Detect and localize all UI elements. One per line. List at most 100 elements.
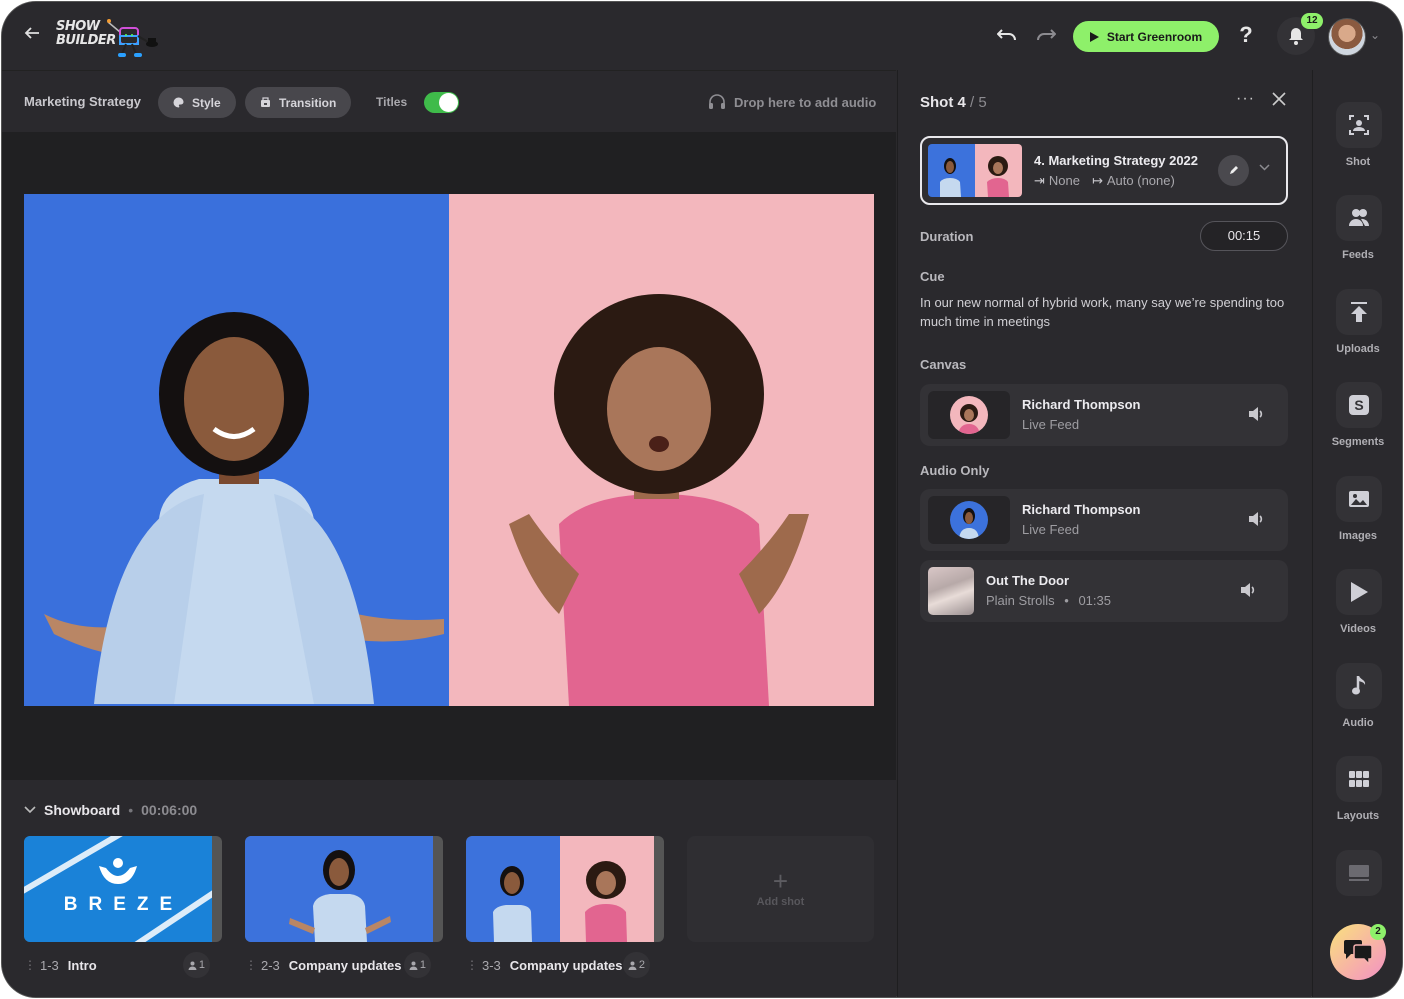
- chat-count-badge: 2: [1370, 924, 1386, 940]
- rail-item-layouts[interactable]: Layouts: [1313, 756, 1402, 836]
- style-button[interactable]: Style: [158, 87, 236, 118]
- toggle-knob: [439, 93, 458, 112]
- breze-logo-thumbnail: [24, 836, 212, 942]
- presenter-right-image: [509, 294, 809, 706]
- feed-thumbnail: [928, 496, 1010, 544]
- rail-item-feeds[interactable]: Feeds: [1313, 195, 1402, 275]
- close-panel-button[interactable]: [1272, 89, 1286, 112]
- feed-count-badge: 2: [622, 952, 650, 978]
- audio-only-label: Audio Only: [920, 463, 990, 478]
- shot-card[interactable]: BREZE ⋮ 1-3 Intro 1: [24, 836, 222, 978]
- rail-tile: [1336, 195, 1382, 241]
- rail-tile: [1336, 569, 1382, 615]
- titles-toggle[interactable]: [424, 92, 459, 113]
- rail-item-screen[interactable]: [1313, 850, 1402, 930]
- chat-bubbles-icon: [1344, 940, 1373, 965]
- more-options-button[interactable]: ···: [1236, 90, 1255, 108]
- feed-count-badge: 1: [182, 952, 210, 978]
- redo-button[interactable]: [1034, 24, 1058, 48]
- shot-thumbnail: [466, 836, 664, 942]
- user-avatar[interactable]: [1328, 18, 1366, 56]
- rail-label: Images: [1339, 530, 1377, 542]
- music-track-item[interactable]: Out The Door Plain Strolls • 01:35: [920, 560, 1288, 622]
- rail-tile: [1336, 756, 1382, 802]
- pencil-icon: [1229, 166, 1238, 174]
- duration-input[interactable]: 00:15: [1200, 221, 1288, 251]
- drag-handle-icon[interactable]: ⋮: [24, 958, 36, 972]
- rail-item-uploads[interactable]: Uploads: [1313, 289, 1402, 369]
- feed-avatar: [950, 501, 988, 539]
- screen-icon: [1349, 865, 1369, 881]
- shot-frame-icon: [1349, 115, 1369, 135]
- chevron-down-icon[interactable]: ⌄: [1370, 28, 1380, 42]
- shot-canvas[interactable]: [24, 194, 874, 706]
- cue-text[interactable]: In our new normal of hybrid work, many s…: [920, 293, 1290, 331]
- transition-button[interactable]: Transition: [245, 87, 352, 118]
- drag-handle-icon[interactable]: ⋮: [466, 958, 478, 972]
- rail-tile: [1336, 476, 1382, 522]
- start-greenroom-button[interactable]: Start Greenroom: [1073, 21, 1219, 52]
- feed-name: Richard Thompson: [1022, 502, 1141, 517]
- add-shot-button[interactable]: + Add shot: [687, 836, 874, 942]
- undo-button[interactable]: [995, 24, 1019, 48]
- track-title: Out The Door: [986, 573, 1070, 588]
- rail-item-audio[interactable]: Audio: [1313, 663, 1402, 743]
- shot-current: Shot 4: [920, 94, 966, 111]
- tool-rail: Shot Feeds Uploads S Segments Images Vid…: [1312, 70, 1402, 997]
- feed-avatar: [950, 396, 988, 434]
- style-label: Style: [192, 95, 221, 110]
- titles-label: Titles: [376, 95, 408, 109]
- track-length: 01:35: [1078, 593, 1111, 608]
- rail-label: Layouts: [1336, 810, 1380, 822]
- volume-icon[interactable]: [1246, 404, 1266, 424]
- showboard-header[interactable]: Showboard • 00:06:00: [24, 802, 197, 818]
- thumbnail-brand-text: BREZE: [63, 894, 184, 915]
- presenter-left-image: [44, 312, 444, 704]
- split-presenters-thumbnail: [466, 836, 654, 942]
- canvas-feed-item[interactable]: Richard Thompson Live Feed: [920, 384, 1288, 446]
- transition-label: Transition: [279, 95, 337, 110]
- presenter-avatar-image: [959, 508, 979, 539]
- shot-number: 3-3: [482, 957, 501, 973]
- presenter-avatar-image: [958, 404, 980, 434]
- back-button[interactable]: [20, 24, 44, 48]
- audio-feed-item[interactable]: Richard Thompson Live Feed: [920, 489, 1288, 551]
- canvas-feed-right[interactable]: [449, 194, 874, 706]
- bell-icon: [1289, 28, 1303, 45]
- selected-shot-title: 4. Marketing Strategy 2022: [1034, 153, 1199, 168]
- shot-card[interactable]: ⋮ 3-3 Company updates 2: [466, 836, 664, 978]
- audio-drop-zone[interactable]: Drop here to add audio: [708, 93, 876, 111]
- project-title: Marketing Strategy: [24, 94, 142, 109]
- rail-item-images[interactable]: Images: [1313, 476, 1402, 556]
- grid-icon: [1349, 771, 1369, 787]
- person-icon: [628, 961, 637, 970]
- drag-handle-icon[interactable]: ⋮: [245, 958, 257, 972]
- feed-name: Richard Thompson: [1022, 397, 1141, 412]
- canvas-label: Canvas: [920, 357, 967, 372]
- cue-label: Cue: [920, 269, 945, 284]
- feed-count: 1: [419, 959, 426, 971]
- shot-number: 1-3: [40, 957, 59, 973]
- shot-card[interactable]: ⋮ 2-3 Company updates 1: [245, 836, 443, 978]
- edit-shot-button[interactable]: [1218, 155, 1249, 186]
- feed-count-badge: 1: [403, 952, 431, 978]
- stage-area: [2, 132, 896, 780]
- rail-item-segments[interactable]: S Segments: [1313, 382, 1402, 462]
- volume-icon[interactable]: [1238, 580, 1258, 600]
- expand-shot-button[interactable]: [1259, 162, 1270, 174]
- transition-icon: [261, 97, 270, 107]
- volume-icon[interactable]: [1246, 509, 1266, 529]
- selected-shot-card[interactable]: 4. Marketing Strategy 2022 ⇥ None ↦ Auto (…: [920, 136, 1288, 205]
- canvas-feed-left[interactable]: [24, 194, 449, 706]
- help-button[interactable]: ?: [1234, 22, 1258, 50]
- play-icon: [1351, 582, 1368, 602]
- rail-item-videos[interactable]: Videos: [1313, 569, 1402, 649]
- editor-toolbar: Marketing Strategy Style Transition Titl…: [2, 70, 896, 132]
- transition-out: ↦ Auto (none): [1092, 173, 1175, 189]
- show-builder-logo[interactable]: SHOW BUILDER: [56, 16, 166, 58]
- rail-label: Audio: [1342, 717, 1374, 729]
- shot-meta: ⋮ 3-3 Company updates 2: [466, 952, 664, 978]
- shot-detail-panel: Shot 4 / 5 ··· 4. Marketing Strategy 202…: [897, 70, 1311, 997]
- rail-item-shot[interactable]: Shot: [1313, 102, 1402, 182]
- svg-text:S: S: [1354, 397, 1363, 413]
